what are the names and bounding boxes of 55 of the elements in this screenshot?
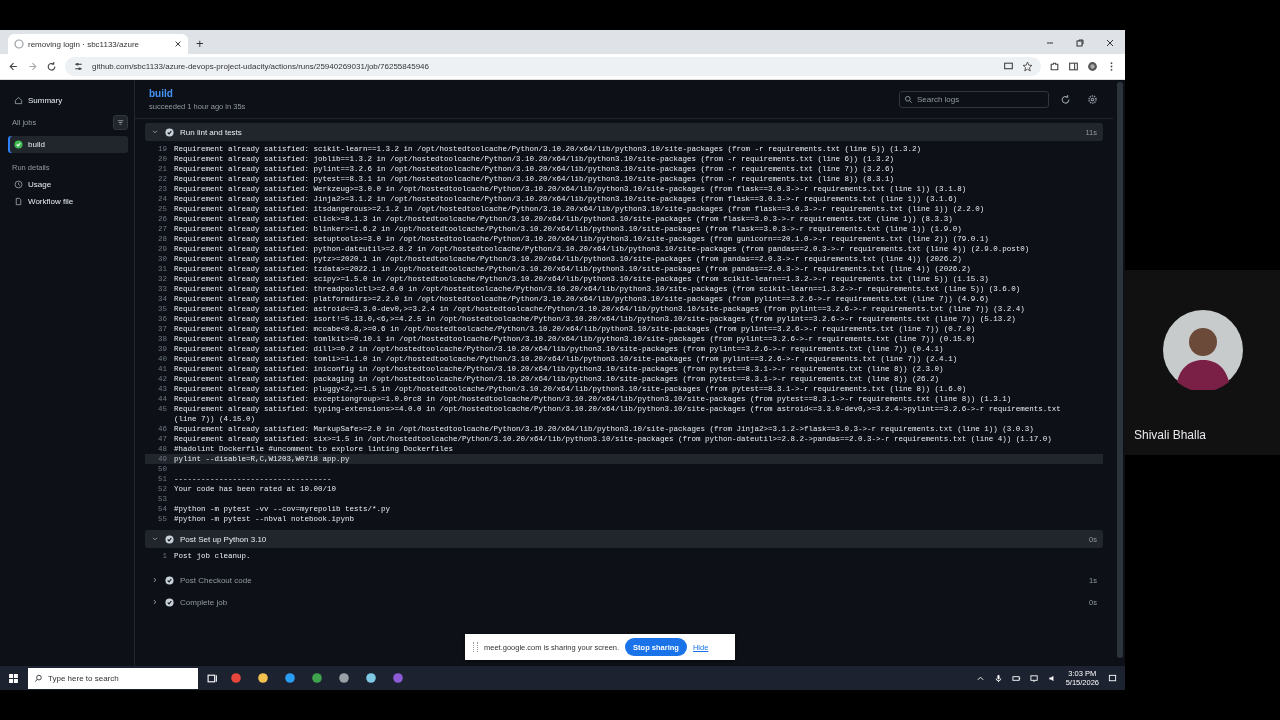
settings-icon[interactable] [1087, 93, 1098, 105]
network-icon[interactable] [1029, 673, 1039, 683]
cast-icon[interactable] [1003, 61, 1014, 72]
restore-icon[interactable] [1075, 38, 1085, 48]
check-icon [165, 127, 174, 137]
taskbar-search-field[interactable]: Type here to search [28, 667, 198, 689]
close-icon[interactable] [1105, 38, 1115, 48]
search-icon [904, 94, 913, 104]
back-icon[interactable] [8, 61, 19, 72]
app-icon[interactable] [365, 672, 377, 684]
microphone-icon[interactable] [993, 673, 1003, 683]
loading-icon [14, 39, 24, 49]
app-icon[interactable] [311, 672, 323, 684]
filter-button[interactable] [113, 115, 128, 130]
check-icon [165, 597, 174, 607]
app-icon[interactable] [230, 672, 242, 684]
sidebar-link[interactable]: Usage [8, 176, 128, 193]
star-icon[interactable] [1022, 61, 1033, 72]
sidebar-icon[interactable] [1068, 61, 1079, 72]
chevron-icon [151, 128, 159, 136]
success-icon [14, 140, 23, 149]
chevron-icon [151, 535, 159, 543]
drag-handle[interactable] [473, 642, 478, 652]
notifications-icon[interactable] [1108, 673, 1117, 683]
extensions-icon[interactable] [1049, 61, 1060, 72]
app-icon[interactable] [338, 672, 350, 684]
new-tab-button[interactable]: + [188, 36, 212, 52]
refresh-icon[interactable] [1060, 93, 1071, 105]
job-title[interactable]: build [149, 87, 893, 99]
summary-link[interactable]: Summary [8, 92, 128, 109]
profile-icon[interactable] [1087, 61, 1098, 72]
site-settings-icon[interactable] [73, 61, 84, 72]
home-icon [14, 96, 23, 105]
task-view-icon[interactable] [207, 672, 218, 684]
battery-icon[interactable] [1011, 673, 1021, 683]
filter-icon [116, 118, 125, 127]
reload-icon[interactable] [46, 61, 57, 72]
windows-start-icon[interactable] [8, 672, 19, 684]
app-icon[interactable] [257, 672, 269, 684]
check-icon [165, 534, 174, 544]
search-field[interactable]: Search logs [899, 90, 1049, 108]
browser-tab[interactable]: removing login · sbc1133/azure [8, 34, 188, 54]
search-icon [34, 673, 43, 683]
file-icon [14, 197, 23, 206]
chevron-icon [151, 598, 159, 606]
participant-name: Shivali Bhalla [1134, 428, 1207, 442]
chevron-icon [151, 576, 159, 584]
app-icon[interactable] [284, 672, 296, 684]
address-field[interactable]: github.com/sbc1133/azure-devops-project-udacity/actions/runs/25940269031/job/76255845946 [65, 57, 1041, 76]
clock-icon [14, 180, 23, 189]
close-icon[interactable] [174, 40, 182, 48]
job-item[interactable]: build [8, 136, 128, 153]
check-icon [165, 575, 174, 585]
scrollbar[interactable] [1117, 82, 1123, 658]
sidebar-link[interactable]: Workflow file [8, 193, 128, 210]
